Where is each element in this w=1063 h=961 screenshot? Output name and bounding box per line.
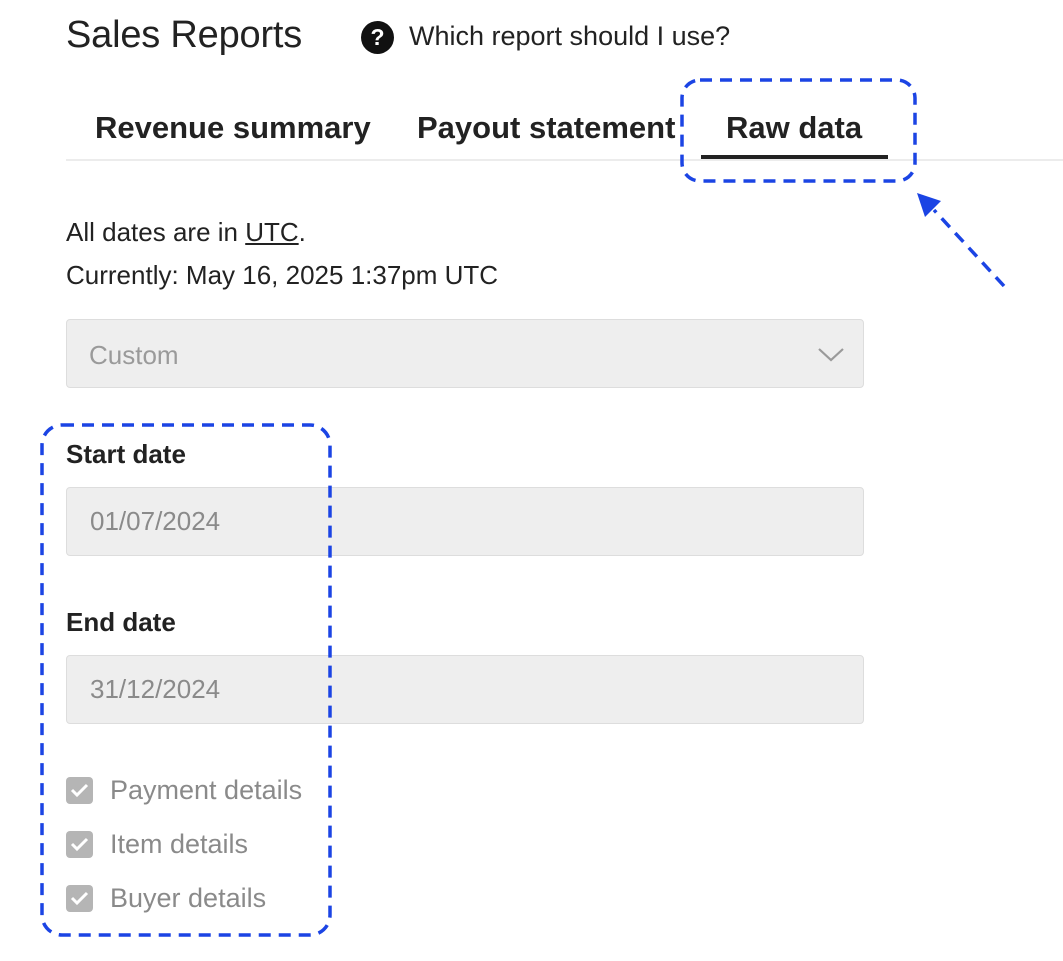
chevron-down-icon — [818, 348, 844, 362]
timezone-note-text: All dates are in — [66, 217, 246, 247]
timezone-note: All dates are in UTC. — [66, 217, 306, 248]
item-details-checkbox[interactable] — [66, 831, 93, 858]
page-title: Sales Reports — [66, 14, 303, 56]
checkmark-icon — [70, 837, 89, 852]
help-link[interactable]: Which report should I use? — [409, 21, 730, 52]
tab-revenue-summary[interactable]: Revenue summary — [95, 110, 371, 146]
buyer-details-checkbox[interactable] — [66, 885, 93, 912]
date-range-value: Custom — [89, 340, 179, 370]
end-date-input[interactable] — [66, 655, 864, 724]
tab-raw-data[interactable]: Raw data — [726, 110, 862, 146]
buyer-details-label: Buyer details — [110, 883, 267, 913]
end-date-label: End date — [66, 607, 176, 637]
question-circle-icon[interactable]: ? — [361, 21, 394, 54]
start-date-label: Start date — [66, 439, 186, 469]
arrow-head-icon — [917, 193, 941, 217]
annotation-arrow-line — [932, 208, 1006, 288]
checkmark-icon — [70, 891, 89, 906]
payment-details-checkbox[interactable] — [66, 777, 93, 804]
checkmark-icon — [70, 783, 89, 798]
date-range-select[interactable]: Custom — [66, 319, 864, 388]
tabs-divider — [66, 159, 1063, 161]
timezone-note-suffix: . — [298, 217, 306, 247]
item-details-label: Item details — [110, 829, 249, 859]
start-date-input[interactable] — [66, 487, 864, 556]
tab-payout-statement[interactable]: Payout statement — [417, 110, 675, 146]
active-tab-indicator — [701, 155, 888, 159]
payment-details-label: Payment details — [110, 775, 303, 805]
current-time: Currently: May 16, 2025 1:37pm UTC — [66, 260, 499, 290]
utc-link[interactable]: UTC — [245, 217, 298, 247]
